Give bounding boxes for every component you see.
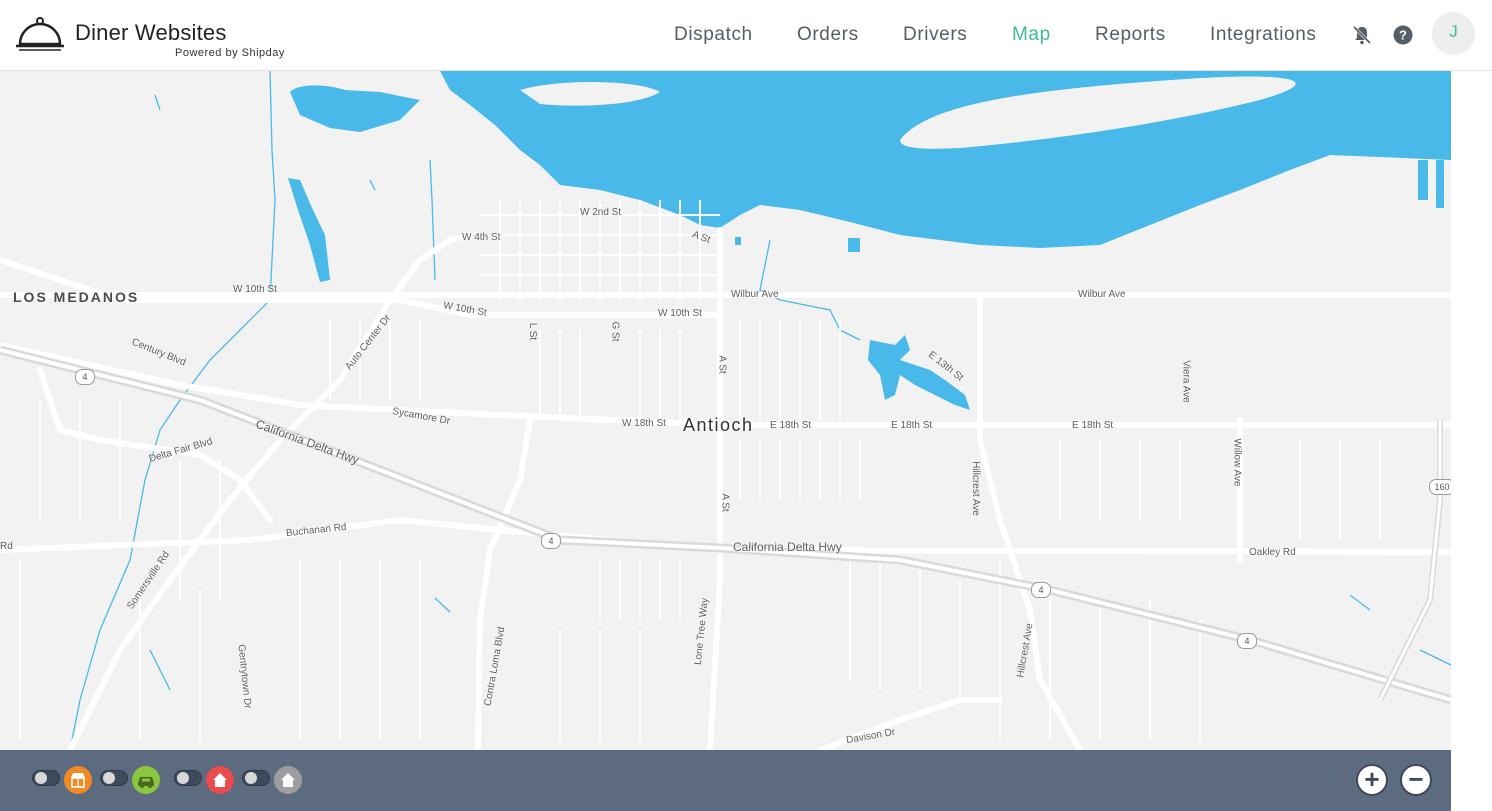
zoom-in-button[interactable]: +	[1356, 764, 1388, 796]
route-shield-160: 160	[1429, 479, 1451, 495]
street-label: Hillcrest Ave	[969, 461, 981, 516]
user-avatar[interactable]: J	[1432, 12, 1475, 55]
brand-subtitle: Powered by Shipday	[175, 47, 285, 59]
bell-off-icon[interactable]	[1351, 24, 1373, 46]
street-label: A St	[716, 355, 728, 374]
restaurants-layer-toggle[interactable]	[32, 770, 60, 786]
customers-layer-toggle[interactable]	[174, 770, 202, 786]
nav-drivers[interactable]: Drivers	[903, 24, 967, 46]
area-label-los-medanos: LOS MEDANOS	[13, 289, 140, 305]
street-label: Wilbur Ave	[731, 289, 779, 300]
street-label: G St	[609, 321, 621, 342]
street-label: E 18th St	[770, 420, 812, 431]
nav-map[interactable]: Map	[1012, 24, 1051, 46]
street-label: L St	[527, 322, 539, 341]
svg-text:?: ?	[1399, 28, 1407, 43]
street-label: Oakley Rd	[1249, 547, 1296, 558]
street-label: Wilbur Ave	[1078, 289, 1126, 300]
help-icon[interactable]: ?	[1392, 24, 1414, 46]
home-icon	[274, 766, 302, 794]
toggle-knob	[177, 772, 189, 784]
right-gutter	[1451, 71, 1492, 811]
toggle-knob	[35, 772, 47, 784]
street-label: Rd	[0, 541, 13, 552]
toggle-knob	[245, 772, 257, 784]
street-label: W 2nd St	[580, 207, 622, 218]
brand-title: Diner Websites	[75, 20, 227, 45]
nav-orders[interactable]: Orders	[797, 24, 859, 46]
street-label: W 10th St	[233, 284, 277, 295]
street-label: E 18th St	[1072, 420, 1114, 431]
street-label: E 18th St	[891, 420, 933, 431]
street-label: W 4th St	[462, 232, 501, 243]
street-label: W 10th St	[658, 308, 702, 319]
nav-reports[interactable]: Reports	[1095, 24, 1166, 46]
nav-integrations[interactable]: Integrations	[1210, 24, 1317, 46]
home-icon	[206, 766, 234, 794]
cloche-logo-icon	[16, 17, 64, 51]
map-layer-toolbar: + −	[0, 750, 1451, 811]
top-navbar: Diner Websites Powered by Shipday Dispat…	[0, 0, 1492, 71]
route-shield-4: 4	[1237, 633, 1257, 649]
map-tiles	[0, 71, 1451, 750]
city-label-antioch: Antioch	[683, 415, 754, 435]
route-shield-4: 4	[1031, 582, 1051, 598]
nav-dispatch[interactable]: Dispatch	[674, 24, 753, 46]
map-canvas[interactable]: LOS MEDANOS Antioch W 2nd St W 4th St A …	[0, 71, 1451, 750]
route-shield-4: 4	[541, 533, 561, 549]
car-icon	[132, 766, 160, 794]
street-label: Willow Ave	[1231, 438, 1243, 487]
street-label: Viera Ave	[1180, 360, 1192, 403]
zoom-out-button[interactable]: −	[1400, 764, 1432, 796]
street-label: California Delta Hwy	[733, 540, 842, 554]
drivers-layer-toggle[interactable]	[100, 770, 128, 786]
home-layer-toggle[interactable]	[242, 770, 270, 786]
street-label: A St	[719, 493, 731, 512]
store-icon	[64, 766, 92, 794]
toggle-knob	[103, 772, 115, 784]
route-shield-4: 4	[75, 369, 95, 385]
street-label: W 18th St	[622, 418, 666, 429]
